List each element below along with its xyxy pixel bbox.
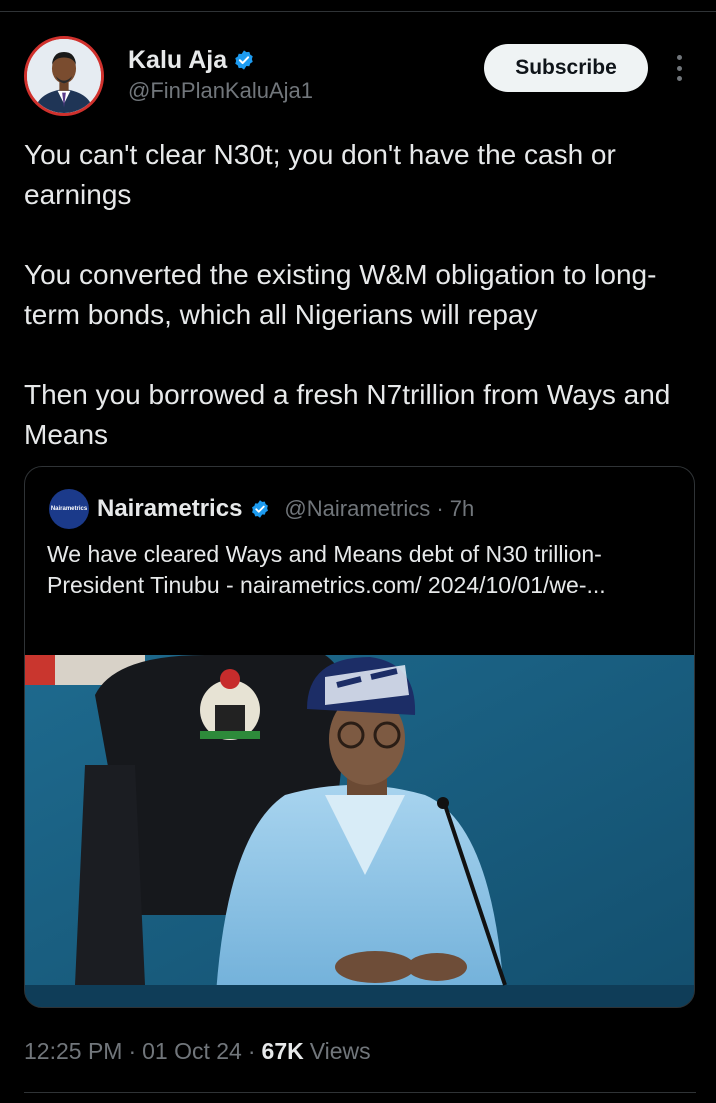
quoted-tweet-text: We have cleared Ways and Means debt of N… <box>47 541 606 598</box>
quoted-news-photo[interactable] <box>25 655 694 1007</box>
verified-badge-icon <box>252 500 269 518</box>
news-photo-icon <box>25 655 694 1007</box>
tweet-paragraph: You can't clear N30t; you don't have the… <box>24 139 616 210</box>
quoted-tweet-card[interactable]: Nairametrics Nairametrics @Nairametrics … <box>24 466 695 1008</box>
quoted-handle-time: @Nairametrics · 7h <box>284 496 475 521</box>
author-name-text: Kalu Aja <box>128 46 228 74</box>
top-divider <box>0 11 716 12</box>
tweet-paragraph: Then you borrowed a fresh N7trillion fro… <box>24 379 671 450</box>
subscribe-button[interactable]: Subscribe <box>484 44 648 92</box>
verified-badge-icon <box>235 50 253 70</box>
bottom-divider <box>24 1092 696 1093</box>
quoted-tweet-header: Nairametrics Nairametrics @Nairametrics … <box>49 489 474 529</box>
meta-separator: · <box>247 1038 256 1064</box>
more-options-icon[interactable] <box>668 52 690 84</box>
author-display-name[interactable]: Kalu Aja <box>128 46 255 74</box>
author-handle[interactable]: @FinPlanKaluAja1 <box>128 78 313 104</box>
meta-separator: · <box>128 1038 137 1064</box>
views-label: Views <box>309 1038 371 1064</box>
author-avatar[interactable] <box>24 36 104 116</box>
tweet-text: You can't clear N30t; you don't have the… <box>24 135 699 455</box>
quoted-display-name[interactable]: Nairametrics <box>97 495 242 523</box>
tweet-time[interactable]: 12:25 PM <box>24 1036 122 1066</box>
tweet-date[interactable]: 01 Oct 24 <box>142 1036 242 1066</box>
profile-photo-icon <box>27 39 101 113</box>
quoted-avatar[interactable]: Nairametrics <box>49 489 89 529</box>
views-count[interactable]: 67K <box>262 1036 304 1066</box>
tweet-metadata: 12:25 PM · 01 Oct 24 · 67K Views <box>24 1036 371 1066</box>
tweet-paragraph: You converted the existing W&M obligatio… <box>24 259 657 330</box>
